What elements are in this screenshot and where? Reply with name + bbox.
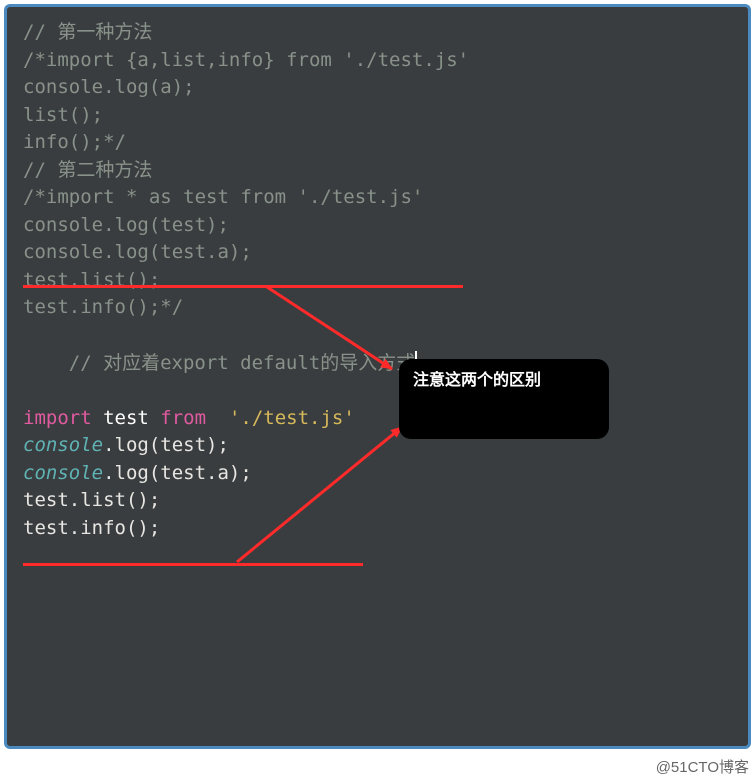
identifier: test [92, 407, 161, 429]
code-line: test.info();*/ [23, 294, 732, 322]
code-text: .log(test); [103, 434, 229, 456]
code-line: test.list(); [23, 267, 732, 295]
code-line: console.log(test); [23, 432, 732, 460]
code-line: list(); [23, 102, 732, 130]
code-line: console.log(test); [23, 212, 732, 240]
console-identifier: console [23, 462, 103, 484]
code-line: info();*/ [23, 129, 732, 157]
keyword-from: from [160, 407, 206, 429]
code-line: console.log(a); [23, 74, 732, 102]
code-line: /*import * as test from './test.js' [23, 184, 732, 212]
callout-box: 注意这两个的区别 [399, 359, 609, 439]
code-line: test.list(); [23, 487, 732, 515]
code-editor[interactable]: // 第一种方法 /*import {a,list,info} from './… [4, 4, 751, 749]
code-line: test.info(); [23, 515, 732, 543]
underline-annotation [23, 563, 363, 566]
code-line: // 第二种方法 [23, 157, 732, 185]
code-line: /*import {a,list,info} from './test.js' [23, 47, 732, 75]
code-line: import test from './test.js' [23, 405, 732, 433]
callout-text: 注意这两个的区别 [413, 372, 541, 389]
code-text: .log(test.a); [103, 462, 252, 484]
code-line: console.log(test.a); [23, 460, 732, 488]
code-line: // 第一种方法 [23, 19, 732, 47]
space [206, 407, 229, 429]
code-line: console.log(test.a); [23, 239, 732, 267]
code-line: // 对应着export default的导入方式 [23, 322, 732, 405]
keyword-import: import [23, 407, 92, 429]
console-identifier: console [23, 434, 103, 456]
watermark: @51CTO博客 [656, 756, 749, 777]
string-literal: './test.js' [229, 407, 355, 429]
comment-text: // 对应着export default的导入方式 [69, 352, 415, 374]
underline-annotation [23, 285, 463, 288]
